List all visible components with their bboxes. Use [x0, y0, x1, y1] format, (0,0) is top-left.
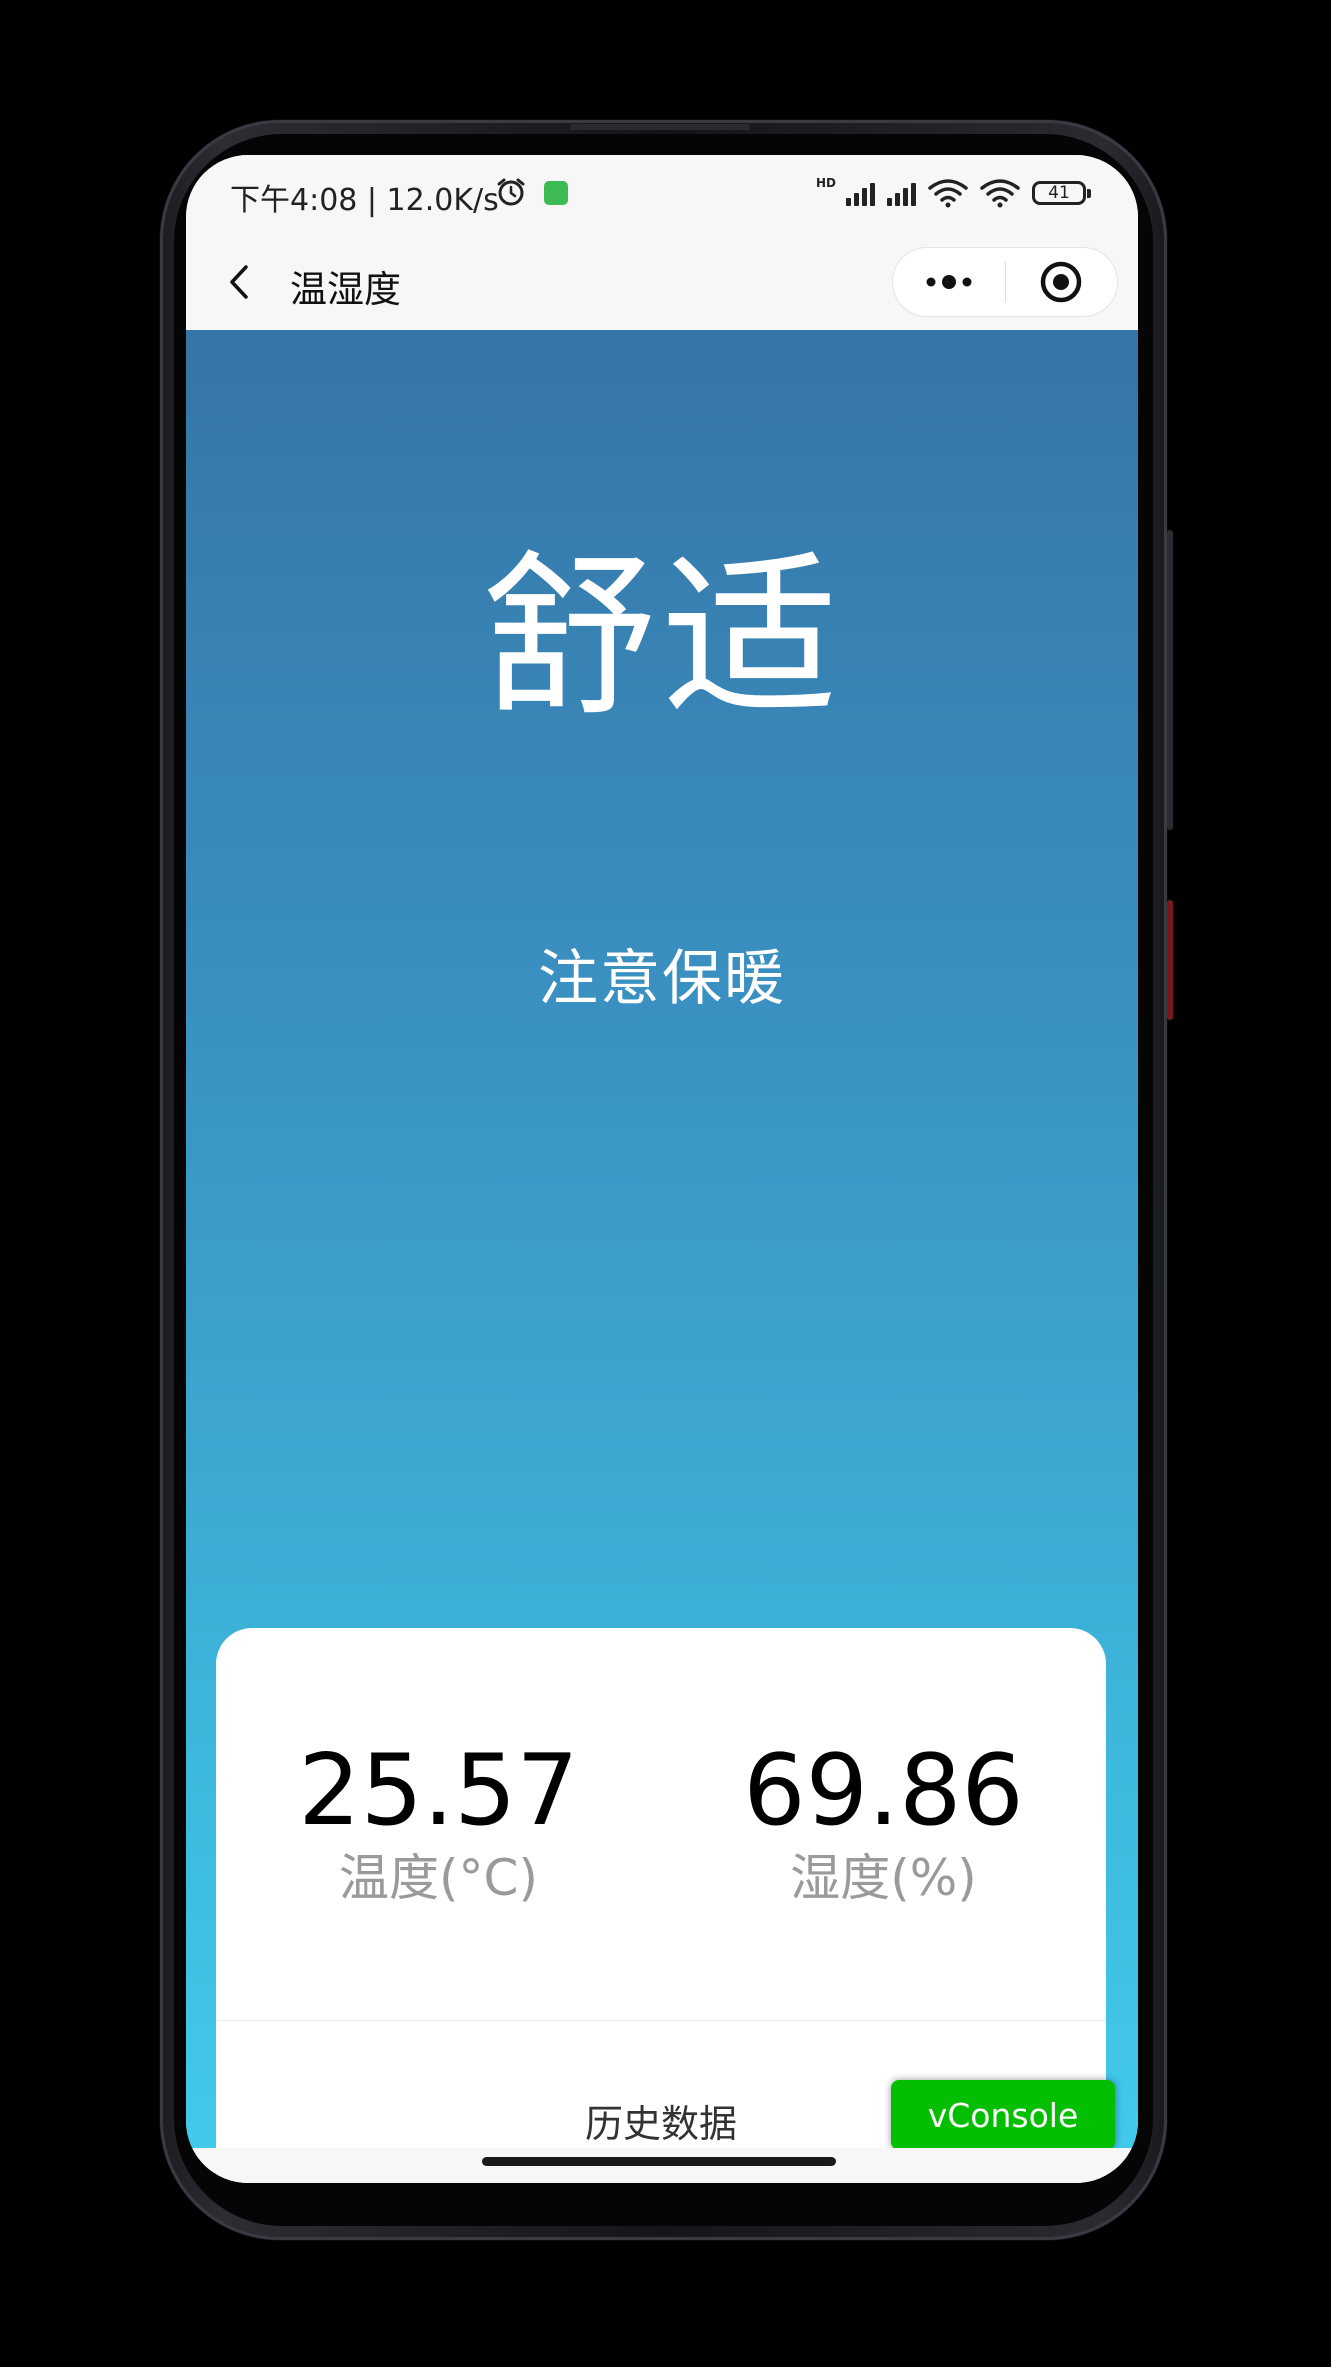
- home-indicator[interactable]: [482, 2157, 836, 2166]
- app-notification-icon: [544, 181, 568, 205]
- more-button[interactable]: [893, 247, 1005, 317]
- alarm-icon: [497, 178, 525, 206]
- temperature-label: 温度(°C): [339, 1849, 538, 1907]
- status-bar: 下午4:08 | 12.0K/s HD 41: [186, 155, 1138, 235]
- power-button: [1167, 900, 1173, 1020]
- mini-program-capsule: [892, 247, 1118, 317]
- volume-button: [1167, 530, 1173, 830]
- status-indicators: HD 41: [815, 175, 1091, 211]
- chevron-left-icon[interactable]: [216, 257, 266, 307]
- target-circle-icon: [1041, 261, 1082, 303]
- comfort-status: 舒适: [481, 535, 842, 740]
- temperature-value: 25.57: [298, 1734, 579, 1848]
- battery-icon: 41: [1032, 181, 1091, 205]
- phone-screen: 下午4:08 | 12.0K/s HD 41 温湿度 舒适 注意保暖 25.57…: [186, 155, 1138, 2183]
- humidity-value: 69.86: [743, 1734, 1024, 1848]
- humidity-label: 湿度(%): [790, 1849, 977, 1907]
- close-mini-program-button[interactable]: [1006, 247, 1118, 317]
- comfort-tip: 注意保暖: [538, 944, 786, 1014]
- page-title: 温湿度: [290, 268, 401, 311]
- wifi-icon: [928, 179, 968, 208]
- temperature-metric: 25.57 温度(°C): [216, 1736, 661, 1910]
- status-time: 下午4:08 | 12.0K/s: [230, 183, 499, 218]
- hd-label: HD: [815, 176, 836, 190]
- signal-icon: [887, 180, 916, 206]
- main-content: 舒适 注意保暖 25.57 温度(°C) 69.86 湿度(%) 历史数据: [186, 330, 1138, 2183]
- signal-icon: [846, 180, 875, 206]
- vconsole-button[interactable]: vConsole: [891, 2080, 1115, 2150]
- humidity-metric: 69.86 湿度(%): [661, 1736, 1106, 1910]
- gesture-bar: [186, 2148, 1138, 2183]
- device-frame: 下午4:08 | 12.0K/s HD 41 温湿度 舒适 注意保暖 25.57…: [0, 0, 1331, 2367]
- more-dots-icon: [926, 275, 972, 289]
- earpiece: [570, 124, 750, 130]
- navigation-bar: 温湿度: [186, 235, 1138, 330]
- wifi-icon: [980, 179, 1020, 208]
